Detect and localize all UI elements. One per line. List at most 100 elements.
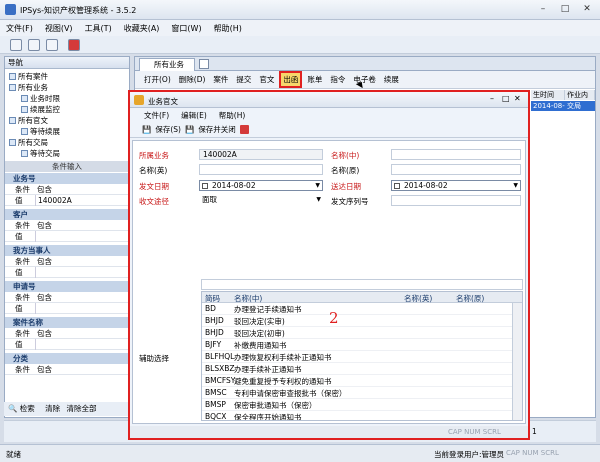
group-application-no[interactable]: 申请号: [5, 281, 129, 292]
condition-row[interactable]: 条件 包含: [5, 292, 129, 303]
list-item[interactable]: BHJD 驳回决定(初审): [202, 328, 512, 339]
delivery-date-field[interactable]: 2014-08-02 ▼: [391, 180, 521, 191]
condition-row[interactable]: 条件 包含: [5, 184, 129, 195]
list-item[interactable]: BLFHQL 办理恢复权利手续补正通知书: [202, 352, 512, 363]
chevron-down-icon[interactable]: ▼: [316, 195, 321, 205]
tab-all-business[interactable]: 所有业务: [139, 58, 195, 71]
col-name-cn[interactable]: 名称(中): [234, 293, 262, 304]
open-button[interactable]: 打开(O): [141, 73, 174, 86]
dialog-close-icon[interactable]: ✕: [514, 94, 521, 103]
name-cn-field[interactable]: [391, 149, 521, 160]
menu-tools[interactable]: 工具(T): [85, 23, 112, 34]
tree-item-renewal-monitor[interactable]: 续展监控: [21, 104, 60, 115]
list-item[interactable]: BD 办理登记手续通知书: [202, 304, 512, 315]
list-item[interactable]: BJFY 补缴费用通知书: [202, 340, 512, 351]
serial-field[interactable]: [391, 195, 521, 206]
business-no-input[interactable]: 140002A: [35, 195, 129, 206]
condition-row[interactable]: 条件 包含: [5, 256, 129, 267]
dialog-maximize-icon[interactable]: □: [502, 94, 510, 103]
menu-window[interactable]: 窗口(W): [171, 23, 201, 34]
minimize-icon[interactable]: –: [536, 3, 550, 15]
channel-select[interactable]: 面取 ▼: [199, 195, 323, 206]
tree-item-await-renewal[interactable]: 等待续展: [21, 126, 60, 137]
chevron-down-icon[interactable]: ▼: [513, 181, 518, 191]
group-client[interactable]: 客户: [5, 209, 129, 220]
list-item[interactable]: BMSC 专利申请保密审查报批书（保密）: [202, 388, 512, 399]
condition-row[interactable]: 条件 包含: [5, 364, 129, 375]
submit-button[interactable]: 提交: [233, 73, 254, 86]
name-cn-label: 名称(中): [331, 151, 360, 160]
our-party-input[interactable]: [35, 267, 129, 278]
col-name-en[interactable]: 名称(英): [404, 293, 432, 304]
condition-row[interactable]: 条件 包含: [5, 328, 129, 339]
delete-button[interactable]: 删除(D): [176, 73, 209, 86]
list-item[interactable]: BQCX 保全程序开始通知书: [202, 412, 512, 420]
tree-item-all-submissions[interactable]: 所有交局: [9, 137, 48, 148]
clear-button[interactable]: 清除: [45, 404, 60, 413]
clear-all-button[interactable]: 清除全部: [67, 404, 97, 413]
tree-item-deadline[interactable]: 业务时限: [21, 93, 60, 104]
delete-icon[interactable]: [68, 39, 80, 51]
new-tab-icon[interactable]: [199, 59, 209, 69]
search-icon[interactable]: [10, 39, 22, 51]
grid-selected-date[interactable]: 2014-08-01: [531, 101, 565, 120]
lock-icon[interactable]: [46, 39, 58, 51]
tree-item-all-business[interactable]: 所有业务: [9, 82, 48, 93]
value-row[interactable]: 值: [5, 231, 129, 242]
col-code[interactable]: 简码: [205, 293, 220, 304]
save-close-button[interactable]: 保存并关闭: [198, 124, 236, 135]
save-button[interactable]: 保存(S): [155, 124, 181, 135]
issue-letter-button[interactable]: 出函: [279, 71, 303, 88]
business-field[interactable]: 140002A: [199, 149, 323, 160]
menu-file[interactable]: 文件(F): [6, 23, 33, 34]
maximize-icon[interactable]: □: [558, 3, 572, 15]
value-row[interactable]: 值: [5, 303, 129, 314]
client-input[interactable]: [35, 231, 129, 242]
value-row[interactable]: 值 140002A: [5, 195, 129, 206]
document-button[interactable]: 官文: [256, 73, 277, 86]
dialog-minimize-icon[interactable]: –: [490, 94, 494, 103]
grid-header-time[interactable]: 生时间: [531, 90, 565, 100]
value-row[interactable]: 值: [5, 267, 129, 278]
group-business-no[interactable]: 业务号: [5, 173, 129, 184]
list-item[interactable]: BMSP 保密审批通知书（保密）: [202, 400, 512, 411]
name-en-field[interactable]: [199, 164, 323, 175]
tree-item-await-submission[interactable]: 等待交局: [21, 148, 60, 159]
bill-button[interactable]: 账单: [304, 73, 325, 86]
case-name-input[interactable]: [35, 339, 129, 350]
delivery-date-checkbox[interactable]: [394, 183, 400, 189]
renew-button[interactable]: 续展: [381, 73, 402, 86]
aux-search-input[interactable]: [201, 279, 523, 290]
list-item[interactable]: BLSXBZ 办理手续补正通知书: [202, 364, 512, 375]
menu-favorites[interactable]: 收藏夹(A): [124, 23, 160, 34]
dialog-menu-edit[interactable]: 编辑(E): [181, 110, 207, 121]
condition-row[interactable]: 条件 包含: [5, 220, 129, 231]
grid-header-task[interactable]: 作业内: [565, 90, 595, 100]
list-item[interactable]: BMCFSY 避免重复授予专利权的通知书: [202, 376, 512, 387]
application-no-input[interactable]: [35, 303, 129, 314]
value-row[interactable]: 值: [5, 339, 129, 350]
case-button[interactable]: 案件: [210, 73, 231, 86]
dialog-menu-file[interactable]: 文件(F): [144, 110, 169, 121]
list-item[interactable]: BHJD 驳回决定(实审): [202, 316, 512, 327]
tree-item-all-cases[interactable]: 所有案件: [9, 71, 48, 82]
tree-item-all-documents[interactable]: 所有官文: [9, 115, 48, 126]
users-icon[interactable]: [28, 39, 40, 51]
instruction-button[interactable]: 指令: [327, 73, 348, 86]
issue-date-field[interactable]: 2014-08-02 ▼: [199, 180, 323, 191]
menu-view[interactable]: 视图(V): [45, 23, 73, 34]
name-orig-field[interactable]: [391, 164, 521, 175]
group-case-name[interactable]: 案件名称: [5, 317, 129, 328]
close-icon[interactable]: ✕: [580, 3, 594, 15]
issue-date-checkbox[interactable]: [202, 183, 208, 189]
menu-help[interactable]: 帮助(H): [214, 23, 242, 34]
list-scrollbar[interactable]: [512, 303, 522, 420]
search-button[interactable]: 检索: [20, 404, 35, 413]
cancel-icon[interactable]: [239, 125, 249, 134]
chevron-down-icon[interactable]: ▼: [315, 181, 320, 191]
dialog-menu-help[interactable]: 帮助(H): [219, 110, 246, 121]
group-category[interactable]: 分类: [5, 353, 129, 364]
group-our-party[interactable]: 我方当事人: [5, 245, 129, 256]
grid-selected-task[interactable]: 交局: [565, 101, 595, 111]
col-name-orig[interactable]: 名称(原): [456, 293, 484, 304]
